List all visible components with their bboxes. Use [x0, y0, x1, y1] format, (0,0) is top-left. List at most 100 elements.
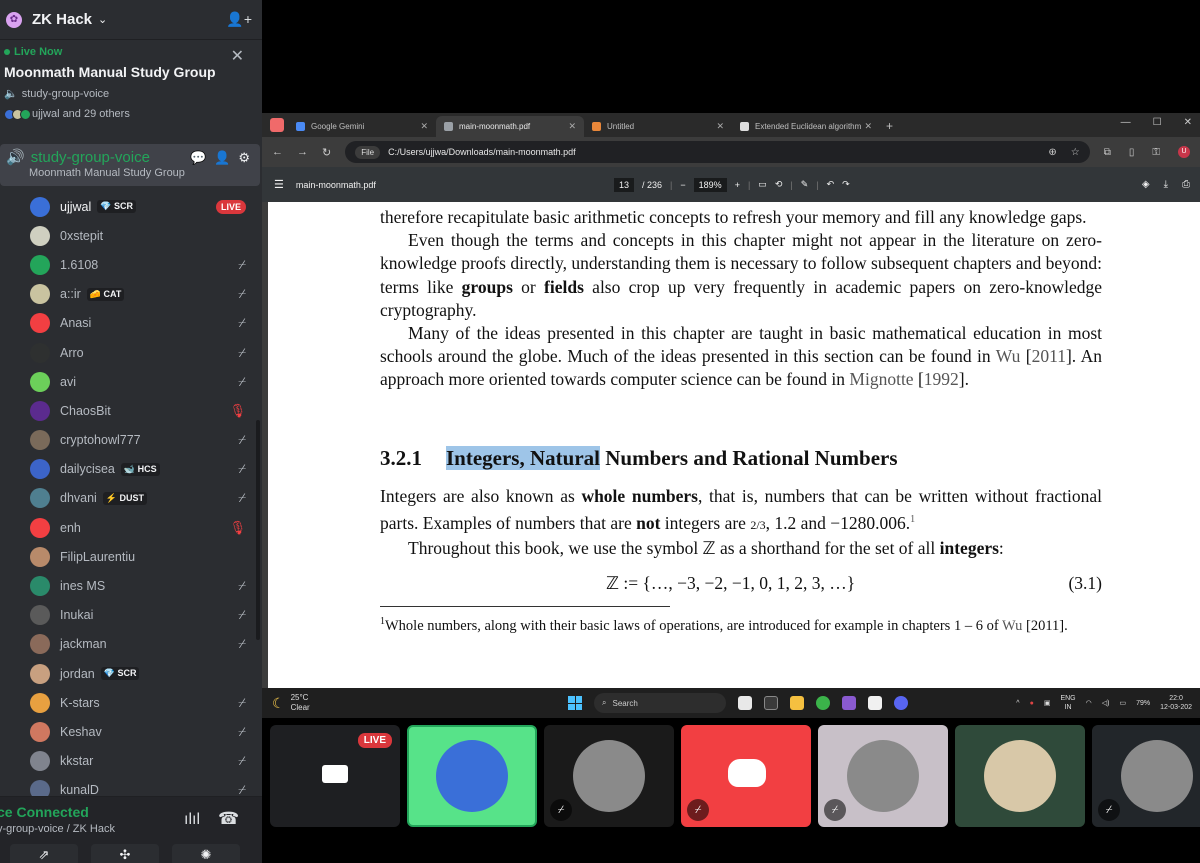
download-icon[interactable]: ⤓	[1164, 179, 1168, 190]
voice-member[interactable]: enh 🎙	[0, 513, 262, 542]
voice-member[interactable]: Arro ⌿	[0, 338, 262, 367]
citation-link[interactable]: Wu	[996, 346, 1021, 366]
voice-member[interactable]: ujjwal 💎 SCR LIVE	[0, 192, 262, 221]
zoom-level-input[interactable]: 189%	[693, 177, 727, 192]
close-tab-icon[interactable]: ✕	[716, 121, 724, 132]
voice-member[interactable]: ines MS ⌿	[0, 571, 262, 600]
menu-icon[interactable]: ☰	[274, 178, 284, 191]
invite-icon[interactable]: 👤	[214, 150, 230, 166]
forward-icon[interactable]: →	[297, 146, 308, 158]
rotate-icon[interactable]: ⟲	[775, 179, 783, 190]
voice-member[interactable]: ChaosBit 🎙	[0, 396, 262, 425]
language-indicator[interactable]: ENG IN	[1060, 694, 1075, 712]
participant-tile[interactable]: ⌿	[818, 725, 948, 827]
voice-member[interactable]: K-stars ⌿	[0, 688, 262, 717]
voice-member[interactable]: FilipLaurentiu	[0, 542, 262, 571]
close-icon[interactable]: ✕	[231, 46, 244, 66]
disconnect-icon[interactable]: ☎	[218, 809, 239, 829]
profile-tab-icon[interactable]	[270, 118, 284, 132]
weather-widget[interactable]: ☾ 25°C Clear	[272, 693, 310, 713]
sidebar-icon[interactable]: ▯	[1129, 147, 1135, 158]
activities-button[interactable]: ✣	[91, 844, 159, 863]
windows-start-icon[interactable]	[568, 696, 582, 710]
speaker-icon[interactable]: ◁)	[1102, 699, 1110, 707]
taskbar-search[interactable]: ⌕ Search	[594, 693, 726, 713]
chevron-up-icon[interactable]: ^	[1016, 700, 1019, 707]
battery-icon[interactable]: ▭	[1119, 699, 1126, 707]
zoom-icon[interactable]: ⊕	[1048, 147, 1056, 158]
redo-icon[interactable]: ↷	[842, 179, 850, 190]
citation-link[interactable]: 1992	[924, 369, 959, 389]
voice-member[interactable]: dhvani ⚡ DUST ⌿	[0, 484, 262, 513]
voice-member[interactable]: 1.6108 ⌿	[0, 250, 262, 279]
minimize-icon[interactable]: —	[1121, 117, 1131, 128]
close-tab-icon[interactable]: ✕	[864, 121, 872, 132]
discord-icon[interactable]	[894, 696, 908, 710]
participant-tile[interactable]	[955, 725, 1085, 827]
voice-member[interactable]: jordan 💎 SCR	[0, 659, 262, 688]
bookmark-star-icon[interactable]: ☆	[1071, 147, 1080, 158]
reload-icon[interactable]: ↻	[322, 146, 331, 159]
voice-member[interactable]: Keshav ⌿	[0, 717, 262, 746]
url-field[interactable]: File C:/Users/ujjwa/Downloads/main-moonm…	[345, 141, 1090, 163]
tray-app-icon[interactable]: ▣	[1044, 699, 1051, 707]
live-event-card[interactable]: Live Now ✕ Moonmath Manual Study Group 🔈…	[0, 40, 262, 140]
file-explorer-icon[interactable]	[790, 696, 804, 710]
invite-people-icon[interactable]: 👤+	[226, 11, 252, 28]
browser-tab[interactable]: Google Gemini ✕	[288, 116, 436, 137]
wifi-icon[interactable]: ◠	[1086, 699, 1092, 707]
zoom-out-icon[interactable]: −	[680, 180, 685, 190]
chat-icon[interactable]: 💬	[190, 150, 206, 166]
clock[interactable]: 22:0 12-03-202	[1160, 694, 1192, 712]
voice-member[interactable]: a::ir 🧀 CAT ⌿	[0, 280, 262, 309]
voice-member[interactable]: cryptohowl777 ⌿	[0, 426, 262, 455]
page-number-input[interactable]: 13	[614, 177, 635, 192]
noise-suppression-icon[interactable]: ılıl	[184, 811, 200, 829]
fit-page-icon[interactable]: ▭	[758, 179, 767, 190]
close-tab-icon[interactable]: ✕	[568, 121, 576, 132]
participant-tile[interactable]: ⌿	[681, 725, 811, 827]
soundboard-button[interactable]: ✺	[172, 844, 240, 863]
voice-channel-study-group[interactable]: 🔊 study-group-voice Moonmath Manual Stud…	[0, 144, 260, 186]
draw-icon[interactable]: ✎	[801, 179, 809, 190]
password-icon[interactable]: ⚿	[1152, 147, 1160, 158]
participant-tile[interactable]	[407, 725, 537, 827]
participant-tile[interactable]: ⌿	[544, 725, 674, 827]
citation-link[interactable]: 2011	[1032, 346, 1066, 366]
voice-member[interactable]: 0xstepit	[0, 221, 262, 250]
gear-icon[interactable]: ⚙	[238, 150, 250, 166]
voice-connected-subtitle[interactable]: y-group-voice / ZK Hack	[0, 823, 115, 835]
undo-icon[interactable]: ↶	[827, 179, 835, 190]
stream-tile[interactable]: LIVE	[270, 725, 400, 827]
chevron-down-icon[interactable]: ⌄	[98, 13, 107, 26]
voice-member[interactable]: kkstar ⌿	[0, 747, 262, 776]
live-badge[interactable]: LIVE	[215, 199, 246, 214]
chrome-icon[interactable]	[816, 696, 830, 710]
back-icon[interactable]: ←	[272, 146, 283, 158]
extensions-icon[interactable]: ⧉	[1104, 147, 1111, 158]
tray-app-icon[interactable]: ●	[1030, 700, 1034, 707]
citation-link[interactable]: Wu	[1002, 618, 1022, 634]
participant-tile[interactable]: ⌿	[1092, 725, 1200, 827]
zoom-in-icon[interactable]: +	[735, 180, 740, 190]
citation-link[interactable]: Mignotte	[849, 369, 913, 389]
sidebar-scrollbar[interactable]	[256, 420, 260, 640]
profile-avatar[interactable]: U	[1178, 146, 1190, 158]
voice-member[interactable]: jackman ⌿	[0, 630, 262, 659]
server-header[interactable]: ✿ ZK Hack ⌄ 👤+	[0, 0, 262, 40]
voice-member[interactable]: dailycisea 🐋 HCS ⌿	[0, 455, 262, 484]
browser-tab[interactable]: Extended Euclidean algorithm ✕	[732, 116, 880, 137]
browser-tab[interactable]: main-moonmath.pdf ✕	[436, 116, 584, 137]
save-to-drive-icon[interactable]: ◈	[1142, 179, 1150, 190]
new-tab-icon[interactable]: +	[886, 119, 893, 133]
voice-member[interactable]: avi ⌿	[0, 367, 262, 396]
print-icon[interactable]: ⎙	[1182, 179, 1190, 190]
task-view-icon[interactable]	[738, 696, 752, 710]
maximize-icon[interactable]: ☐	[1153, 117, 1162, 128]
browser-tab[interactable]: Untitled ✕	[584, 116, 732, 137]
screen-share-button[interactable]: ⇗	[10, 844, 78, 863]
voice-member[interactable]: Anasi ⌿	[0, 309, 262, 338]
close-tab-icon[interactable]: ✕	[420, 121, 428, 132]
voice-member[interactable]: Inukai ⌿	[0, 601, 262, 630]
app-icon[interactable]	[842, 696, 856, 710]
